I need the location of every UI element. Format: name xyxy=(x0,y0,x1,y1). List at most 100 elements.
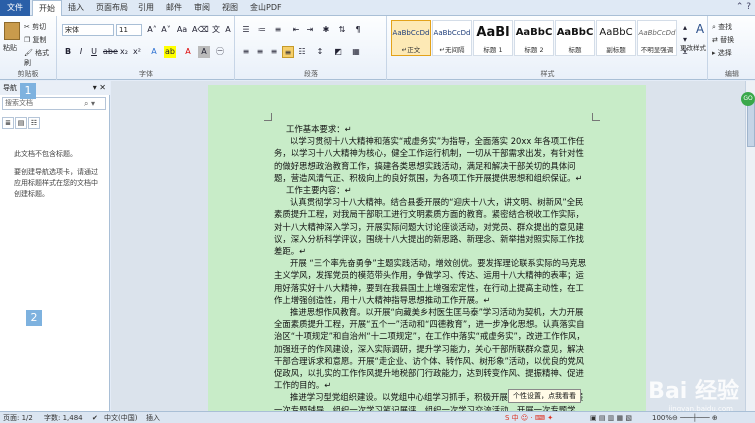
nav-hint-text: 要创建导航选项卡，请通过应用标题样式在您的文档中创建标题。 xyxy=(14,168,98,198)
scrollbar-thumb[interactable] xyxy=(747,101,755,147)
subscript-icon[interactable]: x₂ xyxy=(118,46,130,58)
document-paragraph[interactable]: 以学习贯彻十八大精神和落实“戒虚务实”为指导，全面落实 20xx 年各项工作任务… xyxy=(274,135,590,184)
help-icon[interactable]: ⌃ ? xyxy=(736,2,751,12)
document-paragraph[interactable]: 工作主要内容：↵ xyxy=(274,184,590,196)
style-title[interactable]: AaBbC 标题 xyxy=(555,20,595,56)
underline-icon[interactable]: U xyxy=(88,46,100,58)
phonetic-guide-icon[interactable]: 文 xyxy=(210,24,222,36)
step-badge-2: 2 xyxy=(26,310,42,326)
change-case-icon[interactable]: Aa xyxy=(176,24,188,36)
line-spacing-icon[interactable]: ↕ xyxy=(314,46,326,58)
cut-button[interactable]: ✂ 剪切 xyxy=(24,22,46,32)
tab-page-layout[interactable]: 页面布局 xyxy=(90,0,134,16)
tab-view[interactable]: 视图 xyxy=(216,0,244,16)
results-view-icon[interactable]: ☷ xyxy=(28,117,40,129)
bold-icon[interactable]: B xyxy=(62,46,74,58)
navigation-pane: 导航 ▾ ✕ 搜索文档 ⌕ ▾ ≣ ▤ ☷ 此文档不包含标题。 要创建导航选项卡，请… xyxy=(0,81,110,411)
tab-jinshan-pdf[interactable]: 金山PDF xyxy=(244,0,288,16)
justify-icon[interactable]: ≡ xyxy=(282,46,294,58)
distributed-icon[interactable]: ☷ xyxy=(296,46,308,58)
status-zoom[interactable]: 100% xyxy=(652,412,672,423)
grow-font-icon[interactable]: A˄ xyxy=(146,24,158,36)
nav-search-input[interactable]: 搜索文档 ⌕ ▾ xyxy=(2,97,106,110)
vertical-scrollbar[interactable] xyxy=(745,81,755,411)
increase-indent-icon[interactable]: ⇥ xyxy=(304,24,316,36)
replace-icon: ⇄ xyxy=(712,36,718,44)
change-styles-label[interactable]: 更改样式 xyxy=(678,42,708,52)
paste-button[interactable]: 粘贴 xyxy=(3,43,17,53)
status-words[interactable]: 字数: 1,484 xyxy=(44,412,83,423)
pages-view-icon[interactable]: ▤ xyxy=(15,117,27,129)
style-normal[interactable]: AaBbCcDd ↵正文 xyxy=(391,20,431,56)
font-color-icon[interactable]: A xyxy=(182,46,194,58)
italic-icon[interactable]: I xyxy=(75,46,87,58)
status-mode[interactable]: 插入 xyxy=(146,412,160,423)
clear-format-icon[interactable]: A⌫ xyxy=(192,24,209,36)
decrease-indent-icon[interactable]: ⇤ xyxy=(290,24,302,36)
align-right-icon[interactable]: ≡ xyxy=(268,46,280,58)
style-heading-1[interactable]: AaBl 标题 1 xyxy=(473,20,513,56)
style-subtitle[interactable]: AaBbC 副标题 xyxy=(596,20,636,56)
document-paragraph[interactable]: 工作基本要求：↵ xyxy=(274,123,590,135)
document-paragraph[interactable]: 推进思想作风教育。以开展“向藏美乡村医生匡马泰”学习活动为契机，大力开展全面素质… xyxy=(274,306,590,391)
font-size-select[interactable]: 11 xyxy=(116,24,142,36)
select-button[interactable]: ▸ 选择 xyxy=(712,48,732,58)
replace-button[interactable]: ⇄ 替换 xyxy=(712,35,734,45)
char-shading-icon[interactable]: A xyxy=(198,46,210,58)
paste-icon[interactable] xyxy=(4,22,20,40)
enclose-char-icon[interactable]: ㊀ xyxy=(214,46,226,58)
align-center-icon[interactable]: ≡ xyxy=(254,46,266,58)
status-language[interactable]: 中文(中国) xyxy=(104,412,137,423)
show-marks-icon[interactable]: ¶ xyxy=(352,24,364,36)
search-icon[interactable]: ⌕ ▾ xyxy=(84,98,95,109)
close-icon[interactable]: ▾ ✕ xyxy=(93,81,106,95)
document-page[interactable]: 工作基本要求：↵ 以学习贯彻十八大精神和落实“戒虚务实”为指导，全面落实 20xx… xyxy=(208,85,646,423)
chinese-layout-icon[interactable]: ✱ xyxy=(320,24,332,36)
floating-assistant-icon[interactable]: GO xyxy=(741,92,755,106)
highlight-icon[interactable]: ab xyxy=(164,46,176,58)
strikethrough-icon[interactable]: abe xyxy=(103,46,118,58)
document-paragraph[interactable]: 认真贯彻学习十八大精神。结合县委开展的“迎庆十八大，讲文明、树新风”全民素质提升… xyxy=(274,196,590,257)
superscript-icon[interactable]: x² xyxy=(131,46,143,58)
style-no-spacing[interactable]: AaBbCcDd ↵无间隔 xyxy=(432,20,472,56)
change-styles-icon: A xyxy=(695,22,705,36)
align-left-icon[interactable]: ≡ xyxy=(240,46,252,58)
tab-insert[interactable]: 插入 xyxy=(62,0,90,16)
nav-no-headings-text: 此文档不包含标题。 xyxy=(14,150,77,158)
tab-home[interactable]: 开始 xyxy=(32,0,62,17)
change-styles-button[interactable]: A xyxy=(692,22,708,36)
borders-icon[interactable]: ▦ xyxy=(350,46,362,58)
spelling-icon[interactable]: ✔ xyxy=(92,412,98,423)
status-page[interactable]: 页面: 1/2 xyxy=(3,412,33,423)
tab-references[interactable]: 引用 xyxy=(132,0,160,16)
font-name-select[interactable]: 宋体 xyxy=(62,24,114,36)
style-heading-2[interactable]: AaBbC 标题 2 xyxy=(514,20,554,56)
status-bar: 页面: 1/2 字数: 1,484 ✔ 中文(中国) 插入 S 中 ☺ · ⌨ … xyxy=(0,411,755,423)
multilevel-list-icon[interactable]: ≡ xyxy=(272,24,284,36)
tab-mailings[interactable]: 邮件 xyxy=(160,0,188,16)
sort-icon[interactable]: ⇅ xyxy=(336,24,348,36)
format-painter-button[interactable]: 🖌 格式刷 xyxy=(24,48,56,68)
ribbon-tab-bar: 文件 开始 插入 页面布局 引用 邮件 审阅 视图 金山PDF ⌃ ? xyxy=(0,0,755,17)
shrink-font-icon[interactable]: A˅ xyxy=(160,24,172,36)
text-effects-icon[interactable]: A xyxy=(148,46,160,58)
styles-group-label: 样式 xyxy=(540,70,555,78)
tab-review[interactable]: 审阅 xyxy=(188,0,216,16)
view-buttons[interactable]: ▣ ▤ ▥ ▦ ▧ xyxy=(590,412,632,423)
char-border-icon[interactable]: A xyxy=(222,24,234,36)
headings-view-icon[interactable]: ≣ xyxy=(2,117,14,129)
bullets-icon[interactable]: ☰ xyxy=(240,24,252,36)
ime-icon[interactable]: S 中 ☺ · ⌨ ✦ xyxy=(505,412,553,423)
document-paragraph[interactable]: 开展 “三个率先奋勇争”主题实践活动，增效创优。要发挥理论联系实际的马克思主义学… xyxy=(274,257,590,306)
find-button[interactable]: ⌕ 查找 xyxy=(712,22,732,32)
margin-corner-mark xyxy=(592,113,600,121)
document-body[interactable]: 工作基本要求：↵ 以学习贯彻十八大精神和落实“戒虚务实”为指导，全面落实 20xx… xyxy=(274,123,590,423)
styles-scroll-up-icon[interactable]: ▴ xyxy=(679,22,691,34)
editing-group-label: 编辑 xyxy=(725,70,739,78)
numbering-icon[interactable]: ≔ xyxy=(256,24,268,36)
style-subtle-emphasis[interactable]: AaBbCcDd 不明显强调 xyxy=(637,20,677,56)
shading-icon[interactable]: ◩ xyxy=(332,46,344,58)
zoom-slider[interactable]: ⊖ ───┼─── ⊕ xyxy=(672,412,718,423)
copy-button[interactable]: ❐ 复制 xyxy=(24,35,47,45)
tab-file[interactable]: 文件 xyxy=(0,0,30,16)
